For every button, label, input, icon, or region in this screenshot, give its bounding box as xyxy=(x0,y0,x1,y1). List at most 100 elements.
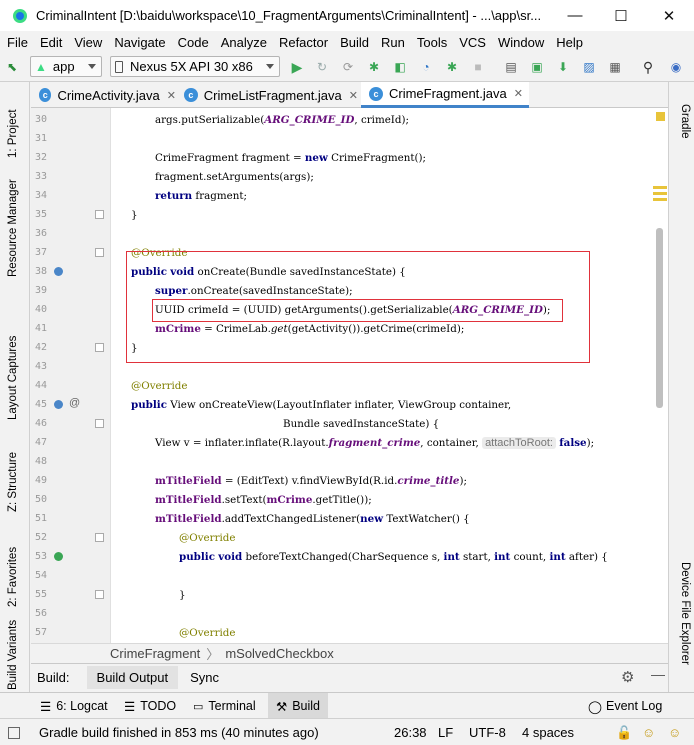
menu-file[interactable]: File xyxy=(7,35,28,50)
tool-tab-build-variants[interactable]: Build Variants xyxy=(7,620,19,690)
sdk-manager-icon[interactable]: ⬇ xyxy=(555,59,571,75)
tool-tab-gradle[interactable]: Gradle xyxy=(679,104,691,139)
hammer-icon[interactable]: ⬉ xyxy=(4,59,20,75)
list-icon: ☰ xyxy=(124,699,136,714)
tab-build-output[interactable]: Build Output xyxy=(86,665,179,689)
run-icon[interactable]: ▶ xyxy=(289,59,305,75)
override-method-icon[interactable] xyxy=(54,267,63,276)
warning-stripe[interactable] xyxy=(653,198,667,201)
file-encoding[interactable]: UTF-8 xyxy=(469,719,506,745)
tab-crime-list-fragment[interactable]: c CrimeListFragment.java ✕ xyxy=(176,82,358,108)
close-button[interactable]: ✕ xyxy=(646,0,692,31)
apply-code-changes-icon[interactable]: ⟳ xyxy=(340,59,356,75)
menu-code[interactable]: Code xyxy=(178,35,209,50)
fold-marker[interactable] xyxy=(95,210,104,219)
code-line-33: fragment.setArguments(args); xyxy=(155,171,314,183)
menu-view[interactable]: View xyxy=(74,35,102,50)
coverage-icon[interactable]: ◧ xyxy=(392,59,408,75)
debug-icon[interactable]: ✱ xyxy=(366,59,382,75)
implement-method-icon[interactable] xyxy=(54,552,63,561)
menu-analyze[interactable]: Analyze xyxy=(221,35,267,50)
chevron-down-icon xyxy=(88,64,96,69)
stop-icon[interactable]: ■ xyxy=(470,59,486,75)
breadcrumb-class[interactable]: CrimeFragment xyxy=(110,646,200,661)
line-separator[interactable]: LF xyxy=(438,719,453,745)
build-panel-header: Build: Build Output Sync ⚙ — xyxy=(31,663,668,690)
minimize-panel-icon[interactable]: — xyxy=(651,666,665,682)
warning-stripe[interactable] xyxy=(653,186,667,189)
menu-build[interactable]: Build xyxy=(340,35,369,50)
tool-tab-project[interactable]: 1: Project xyxy=(7,109,19,158)
tab-todo[interactable]: ☰ TODO xyxy=(124,693,176,719)
menu-refactor[interactable]: Refactor xyxy=(279,35,328,50)
fold-marker[interactable] xyxy=(95,419,104,428)
menu-help[interactable]: Help xyxy=(556,35,583,50)
tab-terminal[interactable]: ▭ Terminal xyxy=(193,693,256,719)
device-selector-label: Nexus 5X API 30 x86 xyxy=(130,59,253,74)
line-number: 48 xyxy=(34,456,47,467)
avd-manager-icon[interactable]: ▣ xyxy=(529,59,545,75)
search-icon[interactable]: ⚲ xyxy=(640,59,656,75)
breadcrumb-member[interactable]: mSolvedCheckbox xyxy=(225,646,333,661)
fold-marker[interactable] xyxy=(95,248,104,257)
tab-crime-activity[interactable]: c CrimeActivity.java ✕ xyxy=(31,82,176,108)
feedback-icon[interactable]: ☺ xyxy=(668,719,681,745)
tool-tab-device-file-explorer[interactable]: Device File Explorer xyxy=(679,562,691,665)
tab-label: CrimeActivity.java xyxy=(57,87,160,103)
tab-crime-fragment[interactable]: c CrimeFragment.java ✕ xyxy=(361,82,529,108)
smiley-icon[interactable]: ☺ xyxy=(642,719,655,745)
status-toggle-icon[interactable] xyxy=(8,719,20,745)
chevron-down-icon xyxy=(266,64,274,69)
code-line-52: @Override xyxy=(179,532,236,544)
tool-tab-layout-captures[interactable]: Layout Captures xyxy=(7,336,19,420)
editor-scrollbar[interactable] xyxy=(656,228,663,408)
sync-project-icon[interactable]: ▤ xyxy=(503,59,519,75)
menu-edit[interactable]: Edit xyxy=(40,35,62,50)
lock-icon[interactable]: 🔓 xyxy=(616,719,632,745)
fold-marker[interactable] xyxy=(95,343,104,352)
menu-tools[interactable]: Tools xyxy=(417,35,447,50)
menu-window[interactable]: Window xyxy=(498,35,544,50)
module-selector[interactable]: ▲ app xyxy=(30,56,102,77)
close-icon[interactable]: ✕ xyxy=(167,89,176,102)
line-number: 36 xyxy=(34,228,47,239)
gear-icon[interactable]: ⚙ xyxy=(621,668,634,686)
warning-stripe[interactable] xyxy=(653,192,667,195)
toolbar: ⬉ ▲ app Nexus 5X API 30 x86 ▶ ↻ ⟳ ✱ ◧ ◔ … xyxy=(0,53,694,82)
project-structure-icon[interactable]: ▦ xyxy=(607,59,623,75)
tab-event-log[interactable]: ◯ Event Log xyxy=(588,693,662,719)
close-icon[interactable]: ✕ xyxy=(349,89,358,102)
menu-vcs[interactable]: VCS xyxy=(459,35,486,50)
menu-navigate[interactable]: Navigate xyxy=(114,35,165,50)
code-line-51: mTitleField.addTextChangedListener(new T… xyxy=(155,513,470,525)
fold-marker[interactable] xyxy=(95,590,104,599)
indent-setting[interactable]: 4 spaces xyxy=(522,719,574,745)
line-number: 56 xyxy=(34,608,47,619)
apply-changes-icon[interactable]: ↻ xyxy=(314,59,330,75)
fold-marker[interactable] xyxy=(95,533,104,542)
assistant-icon[interactable]: ◉ xyxy=(668,59,684,75)
at-sign-icon[interactable]: @ xyxy=(69,397,80,409)
tab-logcat[interactable]: ☰ 6: Logcat xyxy=(40,693,108,719)
tab-label: CrimeListFragment.java xyxy=(203,87,342,103)
tool-tab-resource-manager[interactable]: Resource Manager xyxy=(7,179,19,277)
minimize-button[interactable]: — xyxy=(552,0,598,31)
tab-sync[interactable]: Sync xyxy=(190,670,219,685)
tab-build[interactable]: ⚒ Build xyxy=(268,693,329,719)
code-line-44: @Override xyxy=(131,380,188,392)
close-icon[interactable]: ✕ xyxy=(514,87,523,100)
status-message[interactable]: Gradle build finished in 853 ms (40 minu… xyxy=(39,719,319,745)
maximize-button[interactable]: ☐ xyxy=(598,0,644,31)
attach-debugger-icon[interactable]: ✱ xyxy=(444,59,460,75)
line-number: 54 xyxy=(34,570,47,581)
code-editor[interactable]: 30 31 32 33 34 35 36 37 38 39 40 41 42 4… xyxy=(31,108,668,643)
tool-tab-structure[interactable]: Z: Structure xyxy=(7,452,19,512)
profile-icon[interactable]: ◔ xyxy=(418,59,434,75)
menu-run[interactable]: Run xyxy=(381,35,405,50)
override-method-icon[interactable] xyxy=(54,400,63,409)
device-selector[interactable]: Nexus 5X API 30 x86 xyxy=(110,56,280,77)
warning-marker[interactable] xyxy=(656,112,665,121)
layout-inspector-icon[interactable]: ▨ xyxy=(581,59,597,75)
tool-tab-favorites[interactable]: 2: Favorites xyxy=(7,547,19,607)
caret-position[interactable]: 26:38 xyxy=(394,719,427,745)
